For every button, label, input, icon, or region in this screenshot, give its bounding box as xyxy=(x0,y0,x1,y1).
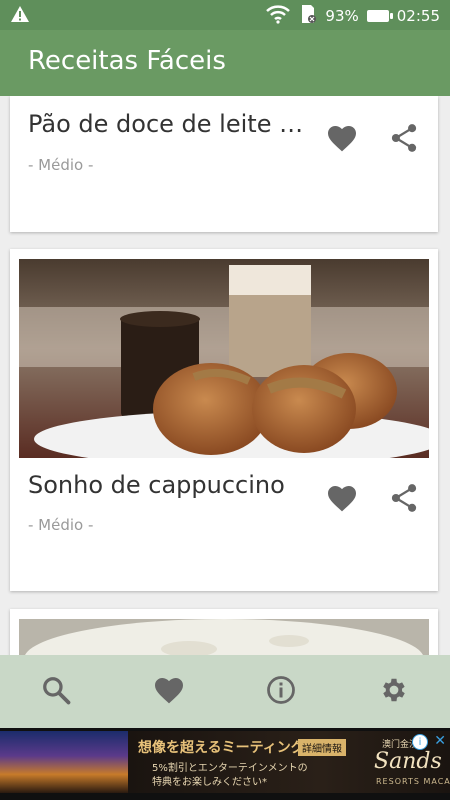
share-icon[interactable] xyxy=(384,478,424,518)
favorite-heart-icon[interactable] xyxy=(322,478,362,518)
search-icon[interactable] xyxy=(41,675,71,709)
recipe-difficulty: - Médio - xyxy=(28,516,94,534)
ad-text-line2: 特典をお楽しみください* xyxy=(152,777,267,788)
recipe-photo[interactable] xyxy=(19,259,429,458)
recipe-title: Sonho de cappuccino xyxy=(28,471,285,499)
ad-close-icon[interactable]: ✕ xyxy=(434,733,446,749)
favorite-heart-icon[interactable] xyxy=(322,118,362,158)
app-bar: Receitas Fáceis xyxy=(0,30,450,96)
nav-settings[interactable] xyxy=(338,655,450,728)
ad-brand-subtitle: RESORTS MACAO xyxy=(376,777,450,786)
ad-content[interactable]: 想像を超えるミーティング 詳細情報 5%割引とエンターテインメントの 特典をお楽… xyxy=(128,731,450,793)
app-title: Receitas Fáceis xyxy=(28,46,226,76)
recipe-card[interactable]: Sonho de cappuccino - Médio - xyxy=(10,249,438,591)
sd-card-icon xyxy=(299,4,317,28)
recipe-card[interactable]: Pão de doce de leite do ... - Médio - xyxy=(10,96,438,232)
favorite-heart-icon[interactable] xyxy=(153,675,185,709)
ad-brand-logo: Sands xyxy=(374,749,442,774)
settings-gear-icon[interactable] xyxy=(379,675,409,709)
nav-search[interactable] xyxy=(0,655,113,728)
share-icon[interactable] xyxy=(384,118,424,158)
bottom-navigation xyxy=(0,655,450,728)
recipe-difficulty: - Médio - xyxy=(28,156,94,174)
recipe-title: Pão de doce de leite do ... xyxy=(28,110,313,138)
wifi-icon xyxy=(265,4,291,28)
info-icon[interactable] xyxy=(266,675,296,709)
ad-photo[interactable] xyxy=(0,731,128,793)
warning-icon xyxy=(10,5,30,27)
ad-headline: 想像を超えるミーティング xyxy=(138,740,305,756)
recipe-list[interactable]: Pão de doce de leite do ... - Médio - So… xyxy=(0,96,450,655)
nav-favorites[interactable] xyxy=(113,655,226,728)
battery-icon xyxy=(366,10,393,22)
ad-text-line1: 5%割引とエンターテインメントの xyxy=(152,763,308,774)
clock: 02:55 xyxy=(396,7,440,25)
ad-info-icon[interactable]: i xyxy=(412,734,428,750)
recipe-photo[interactable] xyxy=(19,619,429,655)
status-bar: 93% 02:55 xyxy=(0,0,450,30)
nav-info[interactable] xyxy=(225,655,338,728)
recipe-card[interactable] xyxy=(10,609,438,655)
ad-banner[interactable]: 想像を超えるミーティング 詳細情報 5%割引とエンターテインメントの 特典をお楽… xyxy=(0,728,450,800)
ad-details-button[interactable]: 詳細情報 xyxy=(298,739,346,756)
battery-percent: 93% xyxy=(325,7,359,25)
